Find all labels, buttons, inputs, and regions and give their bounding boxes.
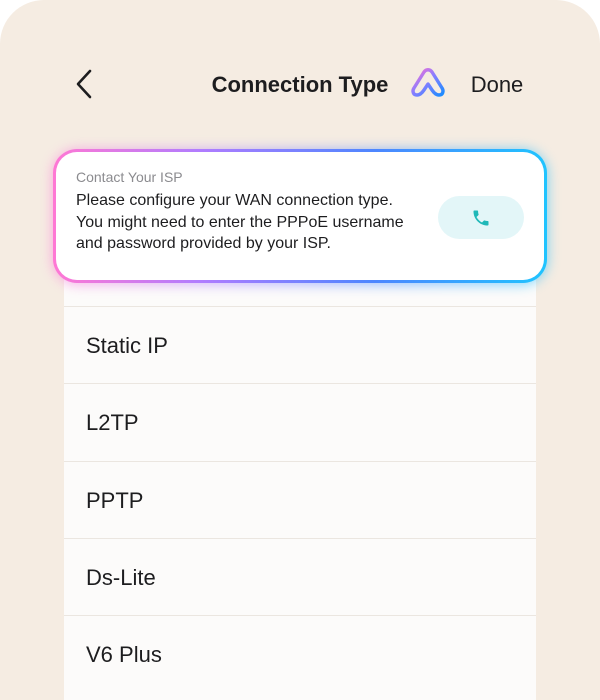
list-item-label: V6 Plus (86, 642, 162, 667)
header: Connection Type Done (0, 0, 600, 170)
phone-screen: Connection Type Done Static IP L2TP PPTP… (0, 0, 600, 700)
chevron-left-icon (76, 69, 92, 99)
phone-icon (473, 210, 489, 225)
list-item-label: Static IP (86, 333, 168, 358)
list-item[interactable]: Static IP (64, 306, 536, 383)
ai-assistant-icon[interactable] (410, 66, 446, 102)
list-item[interactable]: PPTP (64, 461, 536, 538)
list-item-label: PPTP (86, 488, 144, 513)
list-item-label: Ds-Lite (86, 565, 156, 590)
list-item[interactable]: Ds-Lite (64, 538, 536, 615)
list-item-label: L2TP (86, 410, 139, 435)
done-button[interactable]: Done (462, 70, 532, 100)
list-item[interactable]: V6 Plus (64, 615, 536, 692)
back-button[interactable] (62, 60, 106, 108)
isp-card-message: Please configure your WAN connection typ… (76, 192, 404, 252)
call-isp-button[interactable] (438, 196, 524, 239)
page-title: Connection Type (211, 72, 389, 97)
isp-card-heading: Contact Your ISP (76, 169, 183, 185)
list-item[interactable]: L2TP (64, 383, 536, 460)
connection-type-list: Static IP L2TP PPTP Ds-Lite V6 Plus (64, 268, 536, 700)
contact-isp-card: Contact Your ISP Please configure your W… (53, 149, 547, 283)
contact-isp-card-body: Contact Your ISP Please configure your W… (56, 152, 544, 280)
